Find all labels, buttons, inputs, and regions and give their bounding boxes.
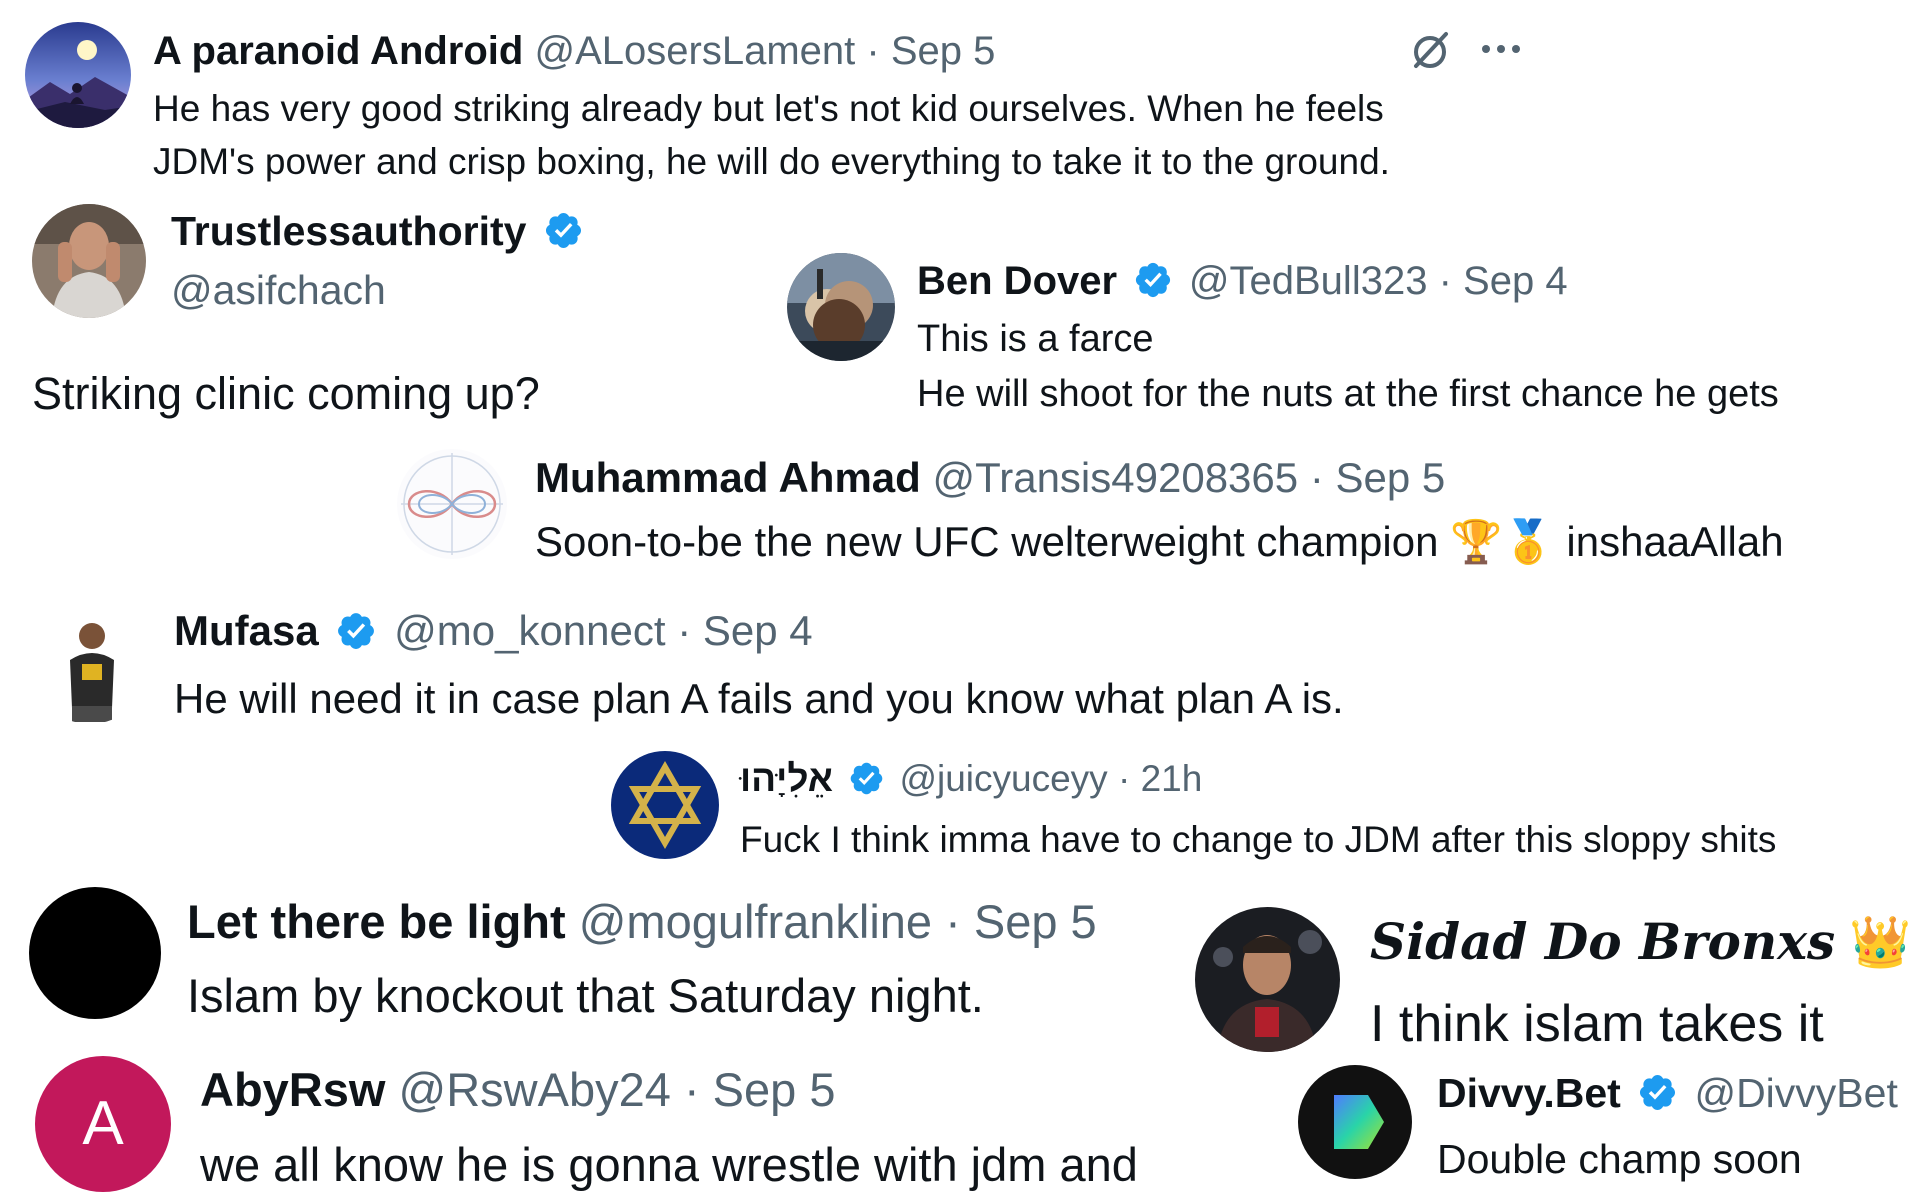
separator-dot: · [1438,259,1452,303]
avatar[interactable] [29,887,161,1019]
avatar[interactable] [32,204,146,318]
post-text: I think islam takes it [1370,995,1824,1053]
post-text: He will need it in case plan A fails and… [174,675,1344,722]
author-name[interactable]: אֵלִיָּהוּ [740,758,833,799]
post-text: Soon-to-be the new UFC welterweight cham… [535,518,1439,565]
avatar[interactable]: A [35,1056,171,1192]
separator-dot: · [677,607,692,654]
verified-badge-icon [335,610,377,652]
author-name[interactable]: A paranoid Android [153,29,523,73]
avatar[interactable] [397,449,507,559]
post-text: Fuck I think imma have to change to JDM … [740,819,1777,860]
author-handle[interactable]: @mogulfrankline [579,895,932,948]
author-handle[interactable]: @RswAby24 [399,1063,671,1116]
avatar[interactable] [787,253,895,361]
author-handle[interactable]: @TedBull323 [1189,259,1428,303]
post-text-line: JDM's power and crisp boxing, he will do… [153,141,1390,182]
more-horizontal-icon[interactable] [1478,34,1524,64]
avatar[interactable] [1298,1065,1412,1179]
separator-dot: · [866,29,880,73]
post-text-suffix: inshaaAllah [1566,518,1784,565]
verified-badge-icon [1637,1072,1678,1113]
separator-dot: · [1117,758,1131,799]
timestamp[interactable]: Sep 4 [703,607,813,654]
post-text-line: He will shoot for the nuts at the first … [917,373,1779,415]
verified-badge-icon [543,210,584,251]
timestamp[interactable]: 21h [1141,758,1203,799]
avatar[interactable] [25,22,131,128]
author-name[interactable]: Ben Dover [917,259,1117,303]
author-name[interactable]: Mufasa [174,607,319,654]
separator-dot: · [683,1063,700,1116]
trophy-medal-emoji: 🏆🥇 [1450,518,1555,565]
author-handle[interactable]: @Transis49208365 [933,454,1299,501]
post-text-line: He has very good striking already but le… [153,88,1384,129]
avatar-letter: A [82,1089,124,1158]
author-name[interactable]: Muhammad Ahmad [535,454,921,501]
author-name[interactable]: Sidad Do Bronxs [1370,912,1835,971]
author-handle[interactable]: @ALosersLament [534,29,855,73]
slashed-circle-icon[interactable] [1408,28,1452,72]
timestamp[interactable]: Sep 5 [891,29,996,73]
separator-dot: · [945,895,961,948]
author-name[interactable]: Divvy.Bet [1437,1070,1621,1116]
avatar[interactable] [32,608,148,724]
verified-badge-icon [848,760,885,797]
separator-dot: · [1309,454,1324,501]
verified-badge-icon [1133,260,1173,300]
post-text: we all know he is gonna wrestle with jdm… [200,1138,1138,1191]
author-handle[interactable]: @DivvyBet [1694,1070,1897,1116]
author-name[interactable]: AbyRsw [200,1063,385,1116]
post-text: Striking clinic coming up? [32,368,540,419]
author-handle[interactable]: @mo_konnect [394,607,665,654]
avatar[interactable] [1195,907,1340,1052]
author-handle[interactable]: @juicyuceyy [899,758,1107,799]
author-handle[interactable]: @asifchach [171,267,386,314]
post-text: Double champ soon [1437,1136,1802,1182]
timestamp[interactable]: Sep 5 [974,895,1097,948]
crown-emoji: 👑 [1849,914,1912,970]
author-name[interactable]: Let there be light [187,895,566,948]
timestamp[interactable]: Sep 4 [1463,259,1568,303]
author-name[interactable]: Trustlessauthority [171,208,526,254]
post-text-line: This is a farce [917,318,1154,360]
avatar[interactable] [611,751,719,859]
timestamp[interactable]: Sep 5 [713,1063,836,1116]
post-text: Islam by knockout that Saturday night. [187,969,984,1022]
timestamp[interactable]: Sep 5 [1335,454,1445,501]
